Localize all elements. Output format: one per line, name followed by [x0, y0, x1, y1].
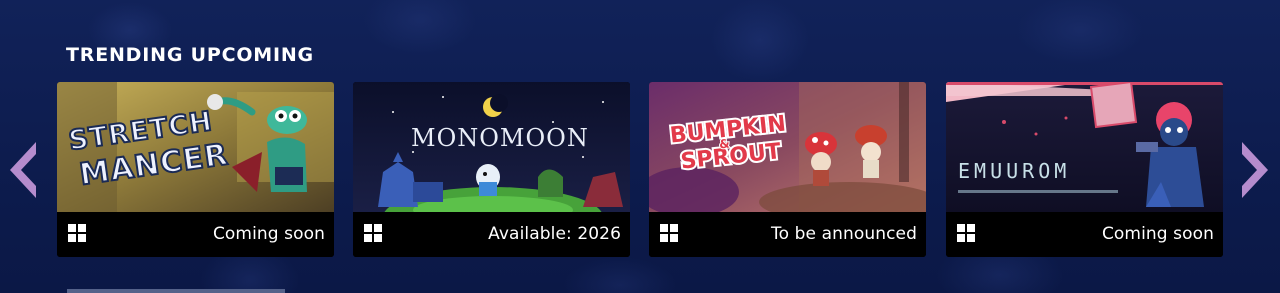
game-capsule-image[interactable]: BUMPKIN SPROUT &: [649, 82, 926, 212]
windows-icon: [364, 224, 382, 242]
chevron-right-icon: [1242, 142, 1268, 198]
game-card-emuurom[interactable]: EMUUROM Coming soon: [946, 82, 1223, 257]
game-capsule-image[interactable]: EMUUROM: [946, 82, 1223, 212]
carousel-prev-button[interactable]: [6, 140, 38, 200]
game-card-stretchmancer[interactable]: STRETCH MANCER Coming soon: [57, 82, 334, 257]
carousel-page-indicator[interactable]: [67, 289, 285, 293]
release-status: Coming soon: [1101, 224, 1214, 244]
section-title: TRENDING UPCOMING: [66, 44, 314, 66]
windows-icon: [68, 224, 86, 242]
release-status: Coming soon: [212, 224, 325, 244]
game-card-monomoon[interactable]: MONOMOON Available: 2026: [353, 82, 630, 257]
game-capsule-image[interactable]: MONOMOON: [353, 82, 630, 212]
svg-text:MONOMOON: MONOMOON: [411, 124, 589, 152]
game-capsule-image[interactable]: STRETCH MANCER: [57, 82, 334, 212]
svg-text:EMUUROM: EMUUROM: [958, 159, 1070, 183]
card-footer: Available: 2026: [353, 212, 630, 257]
windows-icon: [660, 224, 678, 242]
game-card-bumpkin-sprout[interactable]: BUMPKIN SPROUT & To be announced: [649, 82, 926, 257]
card-footer: To be announced: [649, 212, 926, 257]
carousel-next-button[interactable]: [1240, 140, 1272, 200]
release-status: To be announced: [771, 224, 917, 244]
card-footer: Coming soon: [946, 212, 1223, 257]
svg-text:&: &: [719, 136, 731, 151]
chevron-left-icon: [10, 142, 36, 198]
windows-icon: [957, 224, 975, 242]
release-status: Available: 2026: [488, 224, 621, 244]
card-footer: Coming soon: [57, 212, 334, 257]
